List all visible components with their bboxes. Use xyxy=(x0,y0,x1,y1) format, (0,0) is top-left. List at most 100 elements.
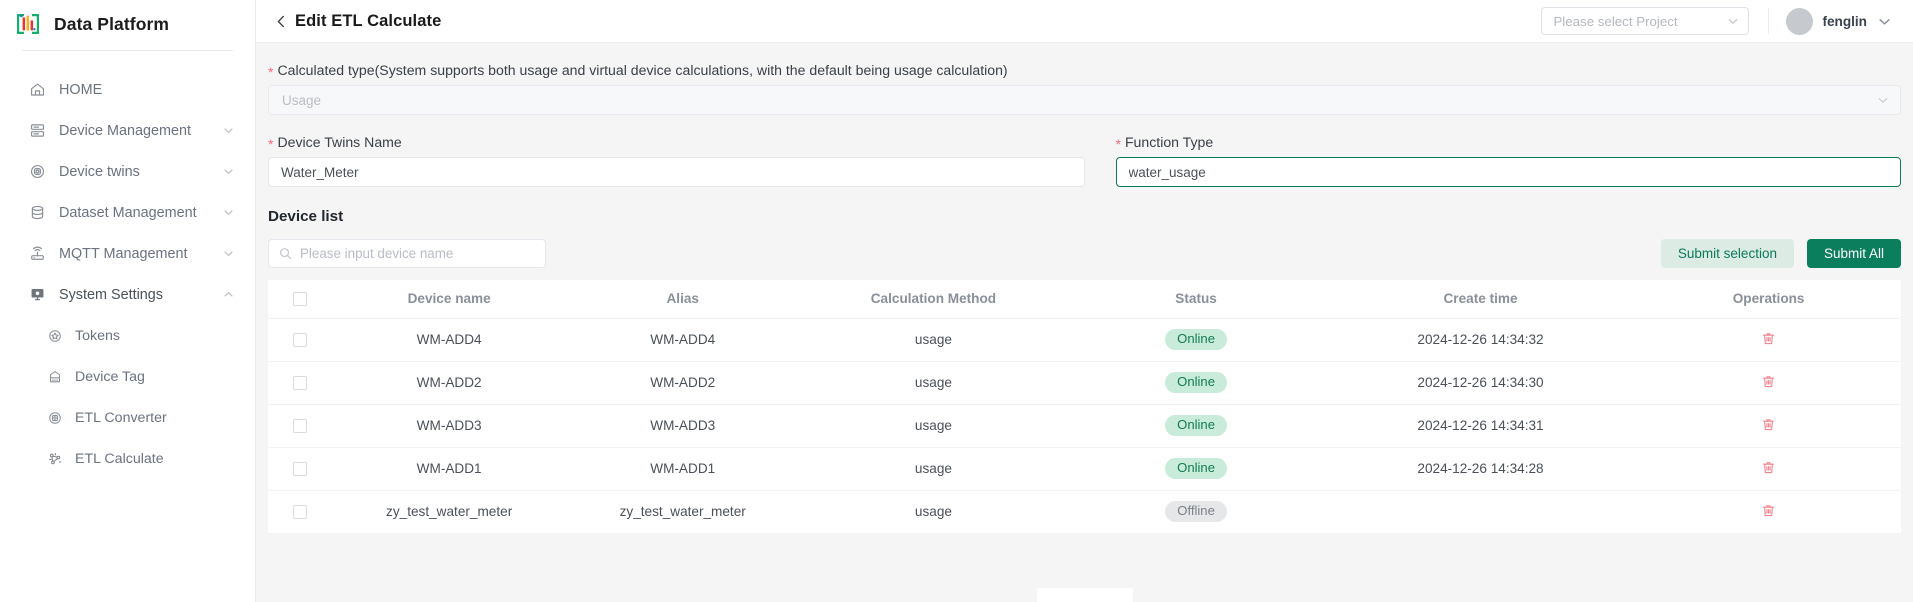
cell-create-time: 2024-12-26 14:34:32 xyxy=(1324,318,1637,362)
sidebar-item-label: Tokens xyxy=(75,327,120,344)
device-twins-name-input[interactable] xyxy=(268,157,1085,187)
cell-operations xyxy=(1636,404,1901,448)
row-select-cell xyxy=(268,490,333,534)
topbar-divider xyxy=(1768,8,1770,34)
cell-device-name: WM-ADD3 xyxy=(332,404,566,448)
search-input[interactable] xyxy=(300,246,535,261)
sidebar-item-tokens[interactable]: Tokens xyxy=(0,315,255,356)
trash-icon[interactable] xyxy=(1761,331,1776,346)
device-list-title: Device list xyxy=(268,208,344,225)
cell-status: Online xyxy=(1067,318,1325,362)
sidebar-item-device-twins[interactable]: Device twins xyxy=(0,151,255,192)
calculated-type-label: * Calculated type(System supports both u… xyxy=(268,62,1901,79)
sidebar-nav: HOME Device Management Device twins Data… xyxy=(0,51,255,479)
status-badge: Online xyxy=(1165,458,1227,479)
sidebar-item-label: Device twins xyxy=(59,163,140,180)
home-icon xyxy=(26,79,48,101)
user-name: fenglin xyxy=(1822,13,1867,29)
trash-icon[interactable] xyxy=(1761,417,1776,432)
function-type-label-text: Function Type xyxy=(1124,134,1214,150)
app-root: Data Platform HOME Device Management Dev… xyxy=(0,0,1913,602)
page-title: Edit ETL Calculate xyxy=(295,11,442,30)
brand[interactable]: Data Platform xyxy=(0,0,255,48)
sidebar-item-mqtt-management[interactable]: MQTT Management xyxy=(0,233,255,274)
table-header-row: Device name Alias Calculation Method Sta… xyxy=(268,280,1901,319)
pagination-bar[interactable] xyxy=(1036,588,1133,602)
column-header-device-name[interactable]: Device name xyxy=(332,280,566,319)
submit-all-button[interactable]: Submit All xyxy=(1806,239,1901,268)
row-checkbox[interactable] xyxy=(293,462,308,477)
server-icon xyxy=(26,120,48,142)
user-menu[interactable]: fenglin xyxy=(1786,7,1891,35)
row-checkbox[interactable] xyxy=(293,333,308,348)
chevron-down-icon[interactable] xyxy=(221,247,235,261)
brand-title: Data Platform xyxy=(54,13,170,34)
trash-icon[interactable] xyxy=(1761,374,1776,389)
calculated-type-value: Usage xyxy=(282,92,322,108)
row-checkbox[interactable] xyxy=(293,419,308,434)
row-select-cell xyxy=(268,318,333,362)
chevron-down-icon[interactable] xyxy=(221,165,235,179)
status-badge: Offline xyxy=(1165,501,1227,522)
main-area: Edit ETL Calculate Please select Project… xyxy=(256,0,1913,602)
sidebar-item-dataset-management[interactable]: Dataset Management xyxy=(0,192,255,233)
trash-icon[interactable] xyxy=(1761,460,1776,475)
sidebar-item-etl-calculate[interactable]: ETL Calculate xyxy=(0,438,255,479)
cell-status: Online xyxy=(1067,361,1325,405)
status-badge: Online xyxy=(1165,329,1227,350)
cell-alias: WM-ADD2 xyxy=(565,361,800,405)
device-list-buttons: Submit selection Submit All xyxy=(1660,239,1901,268)
table-row: WM-ADD2 WM-ADD2 usage Online 2024-12-26 14:3… xyxy=(268,361,1901,405)
twins-circle-icon xyxy=(26,161,48,183)
table-row: WM-ADD4 WM-ADD4 usage Online 2024-12-26 14:3… xyxy=(268,318,1901,362)
cell-status: Offline xyxy=(1067,490,1325,534)
trash-icon[interactable] xyxy=(1761,503,1776,518)
cell-status: Online xyxy=(1067,447,1325,491)
topbar-right: Please select Project fenglin xyxy=(1541,7,1891,35)
cell-calculation-method: usage xyxy=(799,318,1068,362)
row-select-cell xyxy=(268,447,333,491)
sidebar-item-system-settings[interactable]: System Settings xyxy=(0,274,255,315)
required-star: * xyxy=(1115,136,1121,152)
column-header-operations: Operations xyxy=(1636,280,1901,319)
select-all-checkbox[interactable] xyxy=(293,292,308,307)
table-row: zy_test_water_meter zy_test_water_meter us… xyxy=(268,490,1901,534)
sidebar-item-device-tag[interactable]: Device Tag xyxy=(0,356,255,397)
sidebar-item-home[interactable]: HOME xyxy=(0,69,255,110)
topbar: Edit ETL Calculate Please select Project… xyxy=(256,0,1913,43)
form-row: * Device Twins Name * Function Type xyxy=(268,115,1901,187)
chevron-left-icon[interactable] xyxy=(272,12,290,30)
function-type-input[interactable] xyxy=(1115,157,1901,187)
device-table-body: WM-ADD4 WM-ADD4 usage Online 2024-12-26 14:3… xyxy=(268,318,1901,534)
submit-selection-button[interactable]: Submit selection xyxy=(1660,239,1794,268)
cell-device-name: zy_test_water_meter xyxy=(332,490,566,534)
column-header-create-time[interactable]: Create time xyxy=(1324,280,1637,319)
cell-create-time: 2024-12-26 14:34:28 xyxy=(1324,447,1637,491)
cell-device-name: WM-ADD1 xyxy=(332,447,566,491)
row-checkbox[interactable] xyxy=(293,376,308,391)
column-header-status[interactable]: Status xyxy=(1067,280,1325,319)
cell-create-time xyxy=(1324,490,1637,534)
tag-icon xyxy=(45,366,65,388)
chevron-down-icon[interactable] xyxy=(221,206,235,220)
project-select[interactable]: Please select Project xyxy=(1541,7,1750,35)
search-box[interactable] xyxy=(268,239,546,268)
chart-logo-icon xyxy=(14,11,42,37)
content: * Calculated type(System supports both u… xyxy=(256,43,1913,602)
sidebar-item-etl-converter[interactable]: ETL Converter xyxy=(0,397,255,438)
column-header-alias[interactable]: Alias xyxy=(565,280,800,319)
sidebar-item-device-management[interactable]: Device Management xyxy=(0,110,255,151)
avatar xyxy=(1786,7,1814,35)
column-header-calculation-method[interactable]: Calculation Method xyxy=(799,280,1068,319)
device-twins-name-label: * Device Twins Name xyxy=(268,134,1085,151)
chevron-up-icon[interactable] xyxy=(221,288,235,302)
no-arrow-placeholder xyxy=(221,83,235,97)
cell-status: Online xyxy=(1067,404,1325,448)
row-checkbox[interactable] xyxy=(293,505,308,520)
chevron-down-icon[interactable] xyxy=(221,124,235,138)
project-select-value: Please select Project xyxy=(1553,13,1678,29)
sidebar: Data Platform HOME Device Management Dev… xyxy=(0,0,256,602)
sidebar-item-label: HOME xyxy=(59,81,103,98)
sidebar-item-label: Dataset Management xyxy=(59,204,197,221)
calculated-type-select[interactable]: Usage xyxy=(268,85,1901,115)
